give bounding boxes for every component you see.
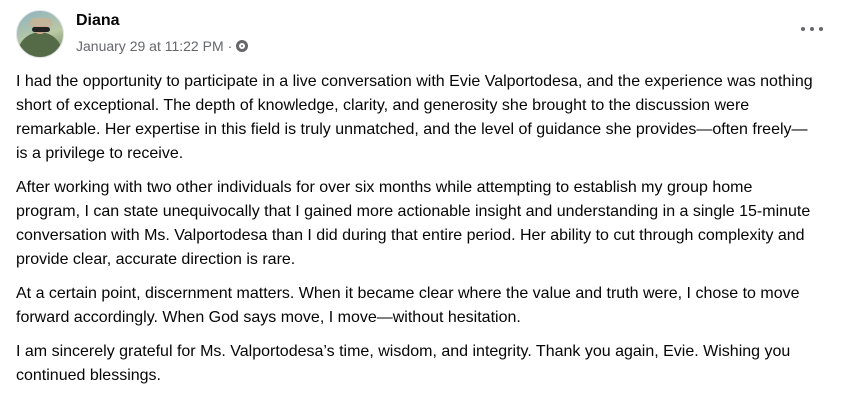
post-paragraph-4: I am sincerely grateful for Ms. Valporto… — [16, 343, 791, 384]
post-paragraph-3: At a certain point, discernment matters.… — [16, 285, 800, 326]
more-options-icon[interactable] — [801, 22, 823, 36]
post-header: Diana January 29 at 11:22 PM · — [16, 10, 249, 58]
timestamp-row: January 29 at 11:22 PM · — [76, 37, 249, 55]
meta-separator: · — [227, 38, 233, 54]
post-paragraph-1: I had the opportunity to participate in … — [16, 73, 813, 162]
avatar-cap — [29, 18, 53, 26]
post-body: I had the opportunity to participate in … — [16, 70, 816, 398]
more-dot — [810, 27, 814, 31]
post-paragraph-2: After working with two other individuals… — [16, 179, 811, 268]
more-dot — [801, 27, 805, 31]
post-timestamp[interactable]: January 29 at 11:22 PM — [76, 37, 224, 55]
avatar-sunglasses — [32, 27, 50, 32]
post-meta: Diana January 29 at 11:22 PM · — [76, 11, 249, 55]
globe-icon[interactable] — [236, 40, 249, 52]
more-dot — [819, 27, 823, 31]
author-name[interactable]: Diana — [76, 11, 248, 31]
post-card: Diana January 29 at 11:22 PM · I had the… — [0, 0, 843, 412]
avatar[interactable] — [16, 10, 64, 58]
